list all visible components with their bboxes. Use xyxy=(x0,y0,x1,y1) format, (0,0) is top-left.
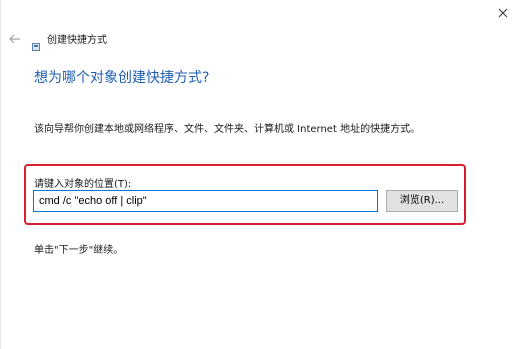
shortcut-wizard-icon xyxy=(32,36,40,51)
create-shortcut-window: 创建快捷方式 想为哪个对象创建快捷方式? 该向导帮你创建本地或网络程序、文件、文… xyxy=(0,0,520,349)
location-label: 请键入对象的位置(T): xyxy=(34,179,132,190)
continue-hint: 单击"下一步"继续。 xyxy=(34,245,124,256)
location-input[interactable] xyxy=(33,190,378,212)
browse-button[interactable]: 浏览(R)... xyxy=(386,190,458,212)
close-button[interactable] xyxy=(494,4,512,22)
wizard-header: 创建快捷方式 xyxy=(0,26,520,52)
back-button[interactable] xyxy=(8,31,22,45)
close-icon xyxy=(498,8,508,18)
page-description: 该向导帮你创建本地或网络程序、文件、文件夹、计算机或 Internet 地址的快… xyxy=(34,124,421,135)
page-heading: 想为哪个对象创建快捷方式? xyxy=(34,70,210,86)
back-arrow-icon xyxy=(9,34,20,44)
window-edge xyxy=(0,0,1,349)
window-title: 创建快捷方式 xyxy=(47,35,107,46)
